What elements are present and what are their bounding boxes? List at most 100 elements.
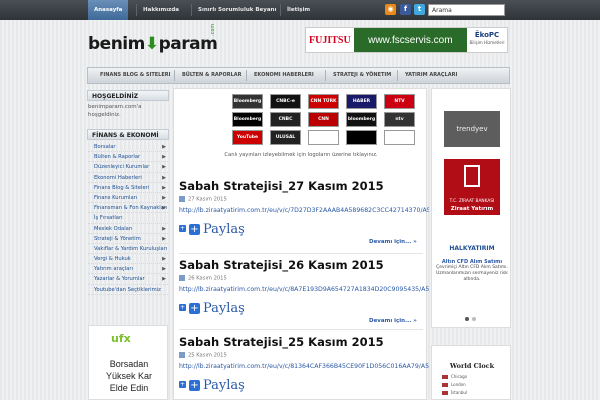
post-title[interactable]: Sabah Stratejisi_27 Kasım 2015 <box>179 179 384 193</box>
cat-divider <box>397 70 398 81</box>
submenu-arrow-icon: ▶ <box>162 256 166 263</box>
post-date-text: 27 Kasım 2015 <box>188 196 227 203</box>
sidebar-menu-item[interactable]: Strateji & Yönetim ▶ <box>88 234 168 244</box>
sidebar-menu-label: Meslek Odaları <box>94 225 133 232</box>
channel-logo[interactable]: CNN TÜRK <box>308 94 339 109</box>
post-date: 26 Kasım 2015 <box>179 275 227 282</box>
halkyatirim-ad[interactable]: HALKYATIRIM <box>444 242 500 256</box>
clock-city: London <box>442 382 466 387</box>
search-input[interactable] <box>428 4 505 16</box>
twitter-icon[interactable]: t <box>414 4 425 15</box>
ziraat-ad[interactable]: T.C. ZİRAAT BANKASI Ziraat Yatırım <box>444 159 500 215</box>
altin-cfd-ad[interactable]: Altın CFD Alım Satımı Çevrimiçi Altın CF… <box>432 259 512 283</box>
post-title[interactable]: Sabah Stratejisi_26 Kasım 2015 <box>179 258 384 272</box>
city-name: London <box>451 382 466 387</box>
slider-dot[interactable] <box>465 317 469 321</box>
facebook-icon[interactable]: f <box>400 4 411 15</box>
sidebar-menu-item[interactable]: Ekonomi Haberleri ▶ <box>88 173 168 183</box>
cat-bulten[interactable]: Bülten & Raporlar <box>178 68 245 83</box>
share-label: Paylaş <box>203 222 245 237</box>
plus-icon: + <box>179 225 186 232</box>
top-nav: Anasayfa Hakkımızda Sınırlı Sorumluluk B… <box>0 0 600 20</box>
ad-banner[interactable]: FUJITSU www.fscservis.com ĒkoPC Bilişim H… <box>305 27 508 53</box>
submenu-arrow-icon: ▶ <box>162 205 166 212</box>
nav-home[interactable]: Anasayfa <box>88 0 129 20</box>
submenu-arrow-icon: ▶ <box>162 174 166 181</box>
logo-arrow-icon: ⬇ <box>144 34 159 54</box>
channel-logo[interactable]: YouTube <box>232 130 263 145</box>
sidebar-menu-label: Finans Kurumları <box>94 194 138 201</box>
read-more-link[interactable]: Devamı için... » <box>369 239 417 245</box>
sidebar-menu-label: Youtube'dan Seçtiklerimiz <box>94 286 161 293</box>
cat-strateji[interactable]: Strateji & Yönetim <box>329 68 395 83</box>
slider-dot[interactable] <box>472 317 476 321</box>
post-link[interactable]: http://lb.ziraatyatirim.com.tr/eu/v/c/81… <box>179 363 429 370</box>
sidebar-menu-label: Finans Blog & Siteleri <box>94 184 150 191</box>
post-link[interactable]: http://lb.ziraatyatirim.com.tr/eu/v/c/8A… <box>179 286 429 293</box>
site-logo[interactable]: benim⬇param .com <box>88 24 218 60</box>
channels-caption: Canlı yayınları izleyebilmek için logola… <box>224 152 378 158</box>
channel-logo[interactable]: bloomberg <box>346 112 377 127</box>
sidebar-menu-item[interactable]: Borsalar ▶ <box>88 142 168 153</box>
ufx-ad[interactable]: ufx Borsadan Yüksek Kar Elde Edin <box>88 325 168 400</box>
sidebar-menu-label: Yazarlar & Yorumlar <box>94 276 145 283</box>
cat-ekonomi[interactable]: Ekonomi Haberleri <box>250 68 318 83</box>
channel-logo[interactable]: NTV <box>384 94 415 109</box>
sidebar-menu-label: Yatırım araçları <box>94 266 133 273</box>
welcome-text: benimparam.com'a hoşgeldiniz. <box>88 104 142 118</box>
sidebar-menu-label: Bülten & Raporlar <box>94 154 141 161</box>
city-name: Chicago <box>451 374 468 379</box>
sidebar-menu-item[interactable]: Finans Blog & Siteleri ▶ <box>88 183 168 193</box>
post-link[interactable]: http://lb.ziraatyatirim.com.tr/eu/v/c/7D… <box>179 207 429 214</box>
clock-city: Chicago <box>442 374 467 379</box>
channel-logo[interactable]: CNBC <box>270 112 301 127</box>
logo-text-param: param <box>158 34 218 54</box>
sidebar-menu-item[interactable]: İş Fırsatları <box>88 213 168 224</box>
post-title[interactable]: Sabah Stratejisi_25 Kasım 2015 <box>179 335 384 349</box>
flag-icon <box>442 391 448 395</box>
plus-icon: + <box>179 304 186 311</box>
channel-logo[interactable]: ULUSAL <box>270 130 301 145</box>
sidebar-menu-item[interactable]: Vergi & Hukuk ▶ <box>88 254 168 265</box>
sidebar-menu-item[interactable]: Yazarlar & Yorumlar ▶ <box>88 274 168 285</box>
nav-about[interactable]: Hakkımızda <box>137 0 185 20</box>
sidebar-menu-item[interactable]: Finansman & Fon Kaynakları ▶ <box>88 203 168 214</box>
channel-logo[interactable]: HABER <box>346 94 377 109</box>
sidebar-menu-label: Ekonomi Haberleri <box>94 174 142 181</box>
sidebar-menu-label: Vergi & Hukuk <box>94 256 131 263</box>
sidebar-menu-item[interactable]: Vakıflar & Yardım Kuruluşları <box>88 244 168 255</box>
sidebar-menu-item[interactable]: Meslek Odaları ▶ <box>88 224 168 234</box>
trendyev-ad[interactable]: trendyev <box>444 111 500 147</box>
submenu-arrow-icon: ▶ <box>162 184 166 191</box>
finance-menu: Borsalar ▶ Bülten & Raporlar ▶ Düzenleyici K… <box>88 142 168 295</box>
sidebar-menu-item[interactable]: Youtube'dan Seçtiklerimiz <box>88 285 168 295</box>
channel-logo[interactable]: ntv <box>384 112 415 127</box>
nav-disclaimer[interactable]: Sınırlı Sorumluluk Beyanı <box>192 0 282 20</box>
rss-icon[interactable]: ◉ <box>385 4 396 15</box>
post-divider <box>179 253 423 254</box>
channel-logo[interactable]: Bloomberg <box>232 112 263 127</box>
channel-logo[interactable]: CNBC-e <box>270 94 301 109</box>
banner-ekopc: ĒkoPC Bilişim Hizmetleri <box>467 28 507 52</box>
channel-logo[interactable] <box>308 130 339 145</box>
ufx-line3: Elde Edin <box>109 383 149 393</box>
channel-logo[interactable] <box>346 130 377 145</box>
channel-logo[interactable]: CNN <box>308 112 339 127</box>
cat-finans-blog[interactable]: Finans Blog & Siteleri <box>96 68 174 83</box>
world-clock-title: World Clock <box>449 362 495 370</box>
banner-url: www.fscservis.com <box>353 28 467 52</box>
channel-logo[interactable]: Bloomberg <box>232 94 263 109</box>
sidebar-menu-item[interactable]: Bülten & Raporlar ▶ <box>88 152 168 163</box>
banner-fujitsu: FUJITSU <box>309 34 351 46</box>
cat-yatirim[interactable]: Yatırım Araçları <box>401 68 461 83</box>
nav-contact[interactable]: İletişim <box>281 0 316 20</box>
altin-text: Çevrimiçi Altın CFD Alım Satımı. Uzmanla… <box>436 265 508 282</box>
cat-divider <box>325 70 326 81</box>
sidebar-menu-item[interactable]: Yatırım araçları ▶ <box>88 264 168 275</box>
ekopc-name: ĒkoPC <box>474 31 500 39</box>
sidebar-menu-item[interactable]: Düzenleyici Kurumlar ▶ <box>88 162 168 173</box>
finance-menu-heading: FİNANS & EKONOMİ <box>87 129 169 140</box>
sidebar-menu-item[interactable]: Finans Kurumları ▶ <box>88 193 168 204</box>
read-more-link[interactable]: Devamı için... » <box>369 318 417 324</box>
channel-logo[interactable] <box>384 130 415 145</box>
